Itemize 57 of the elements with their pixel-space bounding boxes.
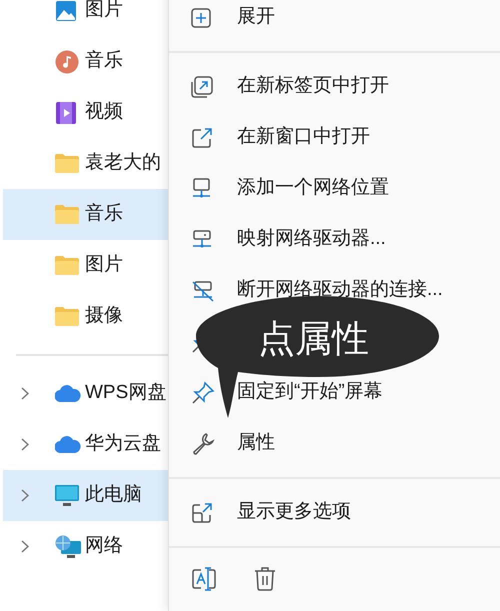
monitor-icon (55, 484, 79, 506)
nav-label: 音乐 (85, 49, 123, 74)
nav-label: 摄像 (85, 304, 123, 328)
cloud-icon (55, 436, 81, 453)
network-computer-icon (191, 178, 213, 200)
folder-icon (55, 307, 79, 326)
callout-text: 点属性 (258, 317, 369, 361)
network-globe-icon (55, 534, 81, 558)
wrench-icon (191, 432, 215, 456)
trash-icon[interactable] (253, 566, 277, 592)
nav-label: 华为云盘 (85, 432, 161, 456)
nav-label: 图片 (85, 0, 123, 22)
nav-item[interactable]: 音乐 (3, 36, 168, 87)
nav-item[interactable]: 此电脑 (3, 470, 168, 521)
nav-label: 视频 (85, 100, 123, 124)
menu-item[interactable]: 添加一个网络位置 (169, 163, 500, 214)
folder-icon (55, 154, 79, 173)
nav-label: 袁老大的 (85, 151, 161, 176)
chevron-right-icon[interactable] (21, 438, 29, 451)
menu-item[interactable]: 在新窗口中打开 (169, 112, 500, 163)
menu-item[interactable]: 断开网络驱动器的连接... (169, 265, 500, 316)
music-note-icon (55, 50, 79, 74)
cloud-icon (55, 385, 81, 402)
menu-item[interactable]: 在新标签页中打开 (169, 61, 500, 112)
nav-item[interactable]: 图片 (3, 240, 168, 291)
folder-icon (55, 256, 79, 275)
new-tab-icon (191, 76, 213, 98)
chevron-right-icon[interactable] (21, 387, 29, 400)
film-icon (55, 100, 77, 124)
nav-label: 音乐 (85, 202, 123, 226)
pin-icon (191, 380, 215, 404)
nav-label: 图片 (85, 253, 123, 278)
nav-label: 此电脑 (85, 483, 142, 508)
menu-item[interactable]: 映射网络驱动器... (169, 214, 500, 265)
external-link-icon (191, 126, 213, 148)
nav-item[interactable]: WPS网盘 (3, 368, 168, 419)
expand-window-icon (191, 502, 213, 524)
disconnected-drive-icon (191, 280, 215, 302)
nav-item[interactable]: 视频 (3, 87, 168, 138)
plus-square-icon (191, 8, 211, 28)
nav-label: 网络 (85, 534, 123, 558)
menu-item[interactable]: 显示更多选项 (169, 487, 500, 538)
nav-label: WPS网盘 (85, 381, 166, 406)
menu-item[interactable]: 固定到“开始”屏幕 (169, 367, 500, 418)
nav-item[interactable]: 袁老大的 (3, 138, 168, 189)
nav-item[interactable]: 摄像 (3, 291, 168, 342)
nav-item[interactable]: 音乐 (3, 189, 168, 240)
chevron-right-icon[interactable] (21, 540, 29, 553)
nav-item[interactable]: 华为云盘 (3, 419, 168, 470)
network-drive-icon (191, 228, 213, 250)
chevron-right-icon[interactable] (21, 489, 29, 502)
nav-item[interactable]: 图片 (3, 0, 168, 36)
folder-icon (55, 205, 79, 224)
rename-icon[interactable] (191, 566, 217, 592)
menu-item[interactable]: 属性 (169, 418, 500, 469)
menu-item[interactable]: 展开 (169, 0, 500, 43)
nav-item[interactable]: 网络 (3, 521, 168, 572)
